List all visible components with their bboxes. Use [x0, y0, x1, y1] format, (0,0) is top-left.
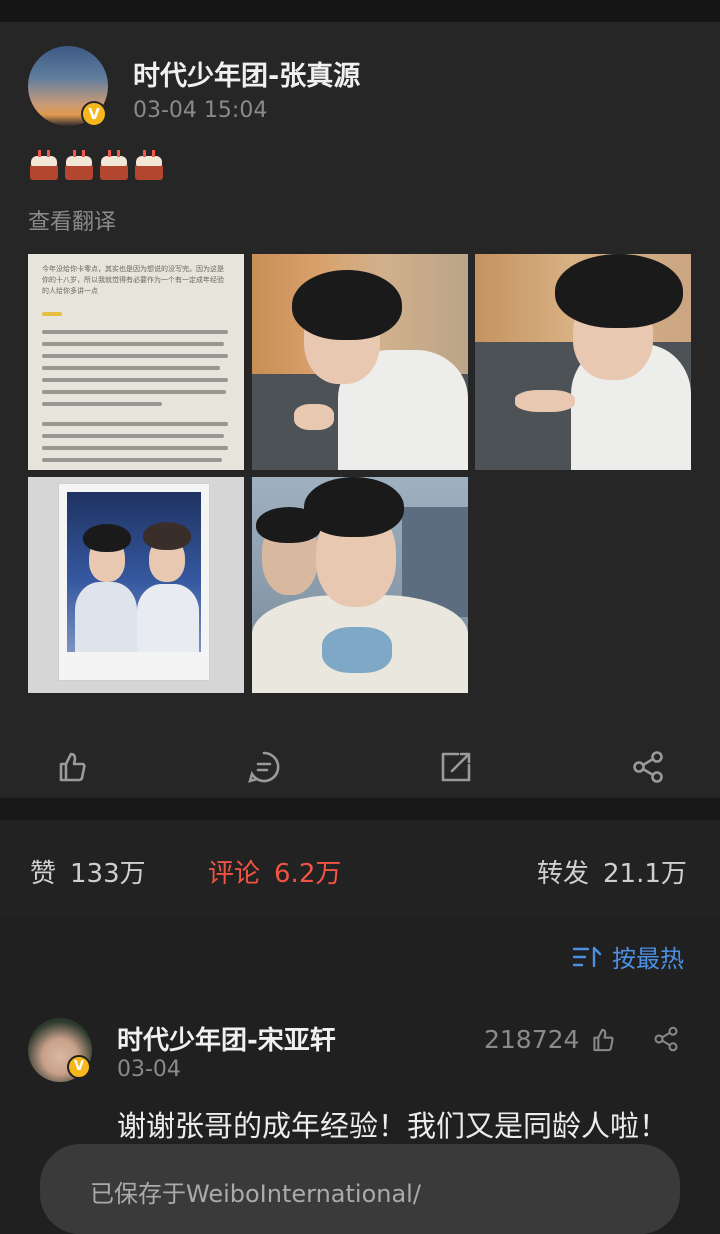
comments-tab[interactable]: 评论 6.2万 [208, 853, 341, 890]
saved-toast: 已保存于WeiboInternational/ [40, 1144, 680, 1234]
reposts-count: 21.1万 [603, 859, 687, 889]
sort-icon [572, 946, 602, 967]
like-icon [593, 1028, 615, 1051]
verified-badge: V [81, 101, 107, 127]
comment-like-count: 218724 [484, 1025, 580, 1054]
comments-count: 6.2万 [274, 859, 342, 889]
post-photo-3[interactable] [475, 254, 691, 470]
sort-label: 按最热 [612, 945, 684, 973]
post-photo-selfie[interactable] [252, 477, 468, 693]
cake-emoji-icon [28, 150, 60, 182]
weibo-post-card: V 时代少年团-张真源 03-04 15:04 查看翻译 今年没给你卡零点，其实… [0, 22, 720, 798]
share-icon [633, 751, 663, 783]
comment-share-button[interactable] [652, 1025, 680, 1057]
cake-emoji-icon [133, 150, 165, 182]
likes-label: 赞 [30, 859, 57, 889]
post-timestamp: 03-04 15:04 [133, 98, 268, 123]
share-icon [654, 1026, 678, 1052]
comment-like-button[interactable]: 218724 [484, 1025, 617, 1054]
post-emoji-text [28, 150, 168, 189]
post-photo-2[interactable] [252, 254, 468, 470]
cake-emoji-icon [63, 150, 95, 182]
share-button[interactable] [618, 742, 678, 792]
status-bar [0, 0, 720, 22]
like-button[interactable] [42, 742, 102, 792]
comment-date: 03-04 [117, 1057, 181, 1082]
commenter-name[interactable]: 时代少年团-宋亚轩 [117, 1020, 336, 1057]
comments-label: 评论 [208, 859, 261, 889]
post-photo-polaroid[interactable] [28, 477, 244, 693]
verified-badge: V [67, 1055, 91, 1079]
sort-by-hot-button[interactable]: 按最热 [572, 939, 684, 974]
section-divider [0, 798, 720, 820]
post-stats-bar: 赞 133万 评论 6.2万 转发 21.1万 [0, 820, 720, 918]
comment-button[interactable] [234, 742, 294, 792]
likes-tab[interactable]: 赞 133万 [30, 853, 146, 890]
comment-icon [248, 751, 280, 783]
likes-count: 133万 [70, 859, 146, 889]
reposts-label: 转发 [537, 859, 590, 889]
post-photo-letter[interactable]: 今年没给你卡零点，其实也是因为想说的没写完。因为这是你的十八岁，所以我就觉得有必… [28, 254, 244, 470]
repost-icon [441, 752, 471, 782]
cake-emoji-icon [98, 150, 130, 182]
repost-button[interactable] [426, 742, 486, 792]
post-author-name[interactable]: 时代少年团-张真源 [133, 54, 360, 93]
translate-link[interactable]: 查看翻译 [28, 204, 116, 236]
reposts-tab[interactable]: 转发 21.1万 [537, 853, 687, 890]
letter-photo-text: 今年没给你卡零点，其实也是因为想说的没写完。因为这是你的十八岁，所以我就觉得有必… [42, 265, 224, 295]
like-icon [59, 752, 86, 782]
